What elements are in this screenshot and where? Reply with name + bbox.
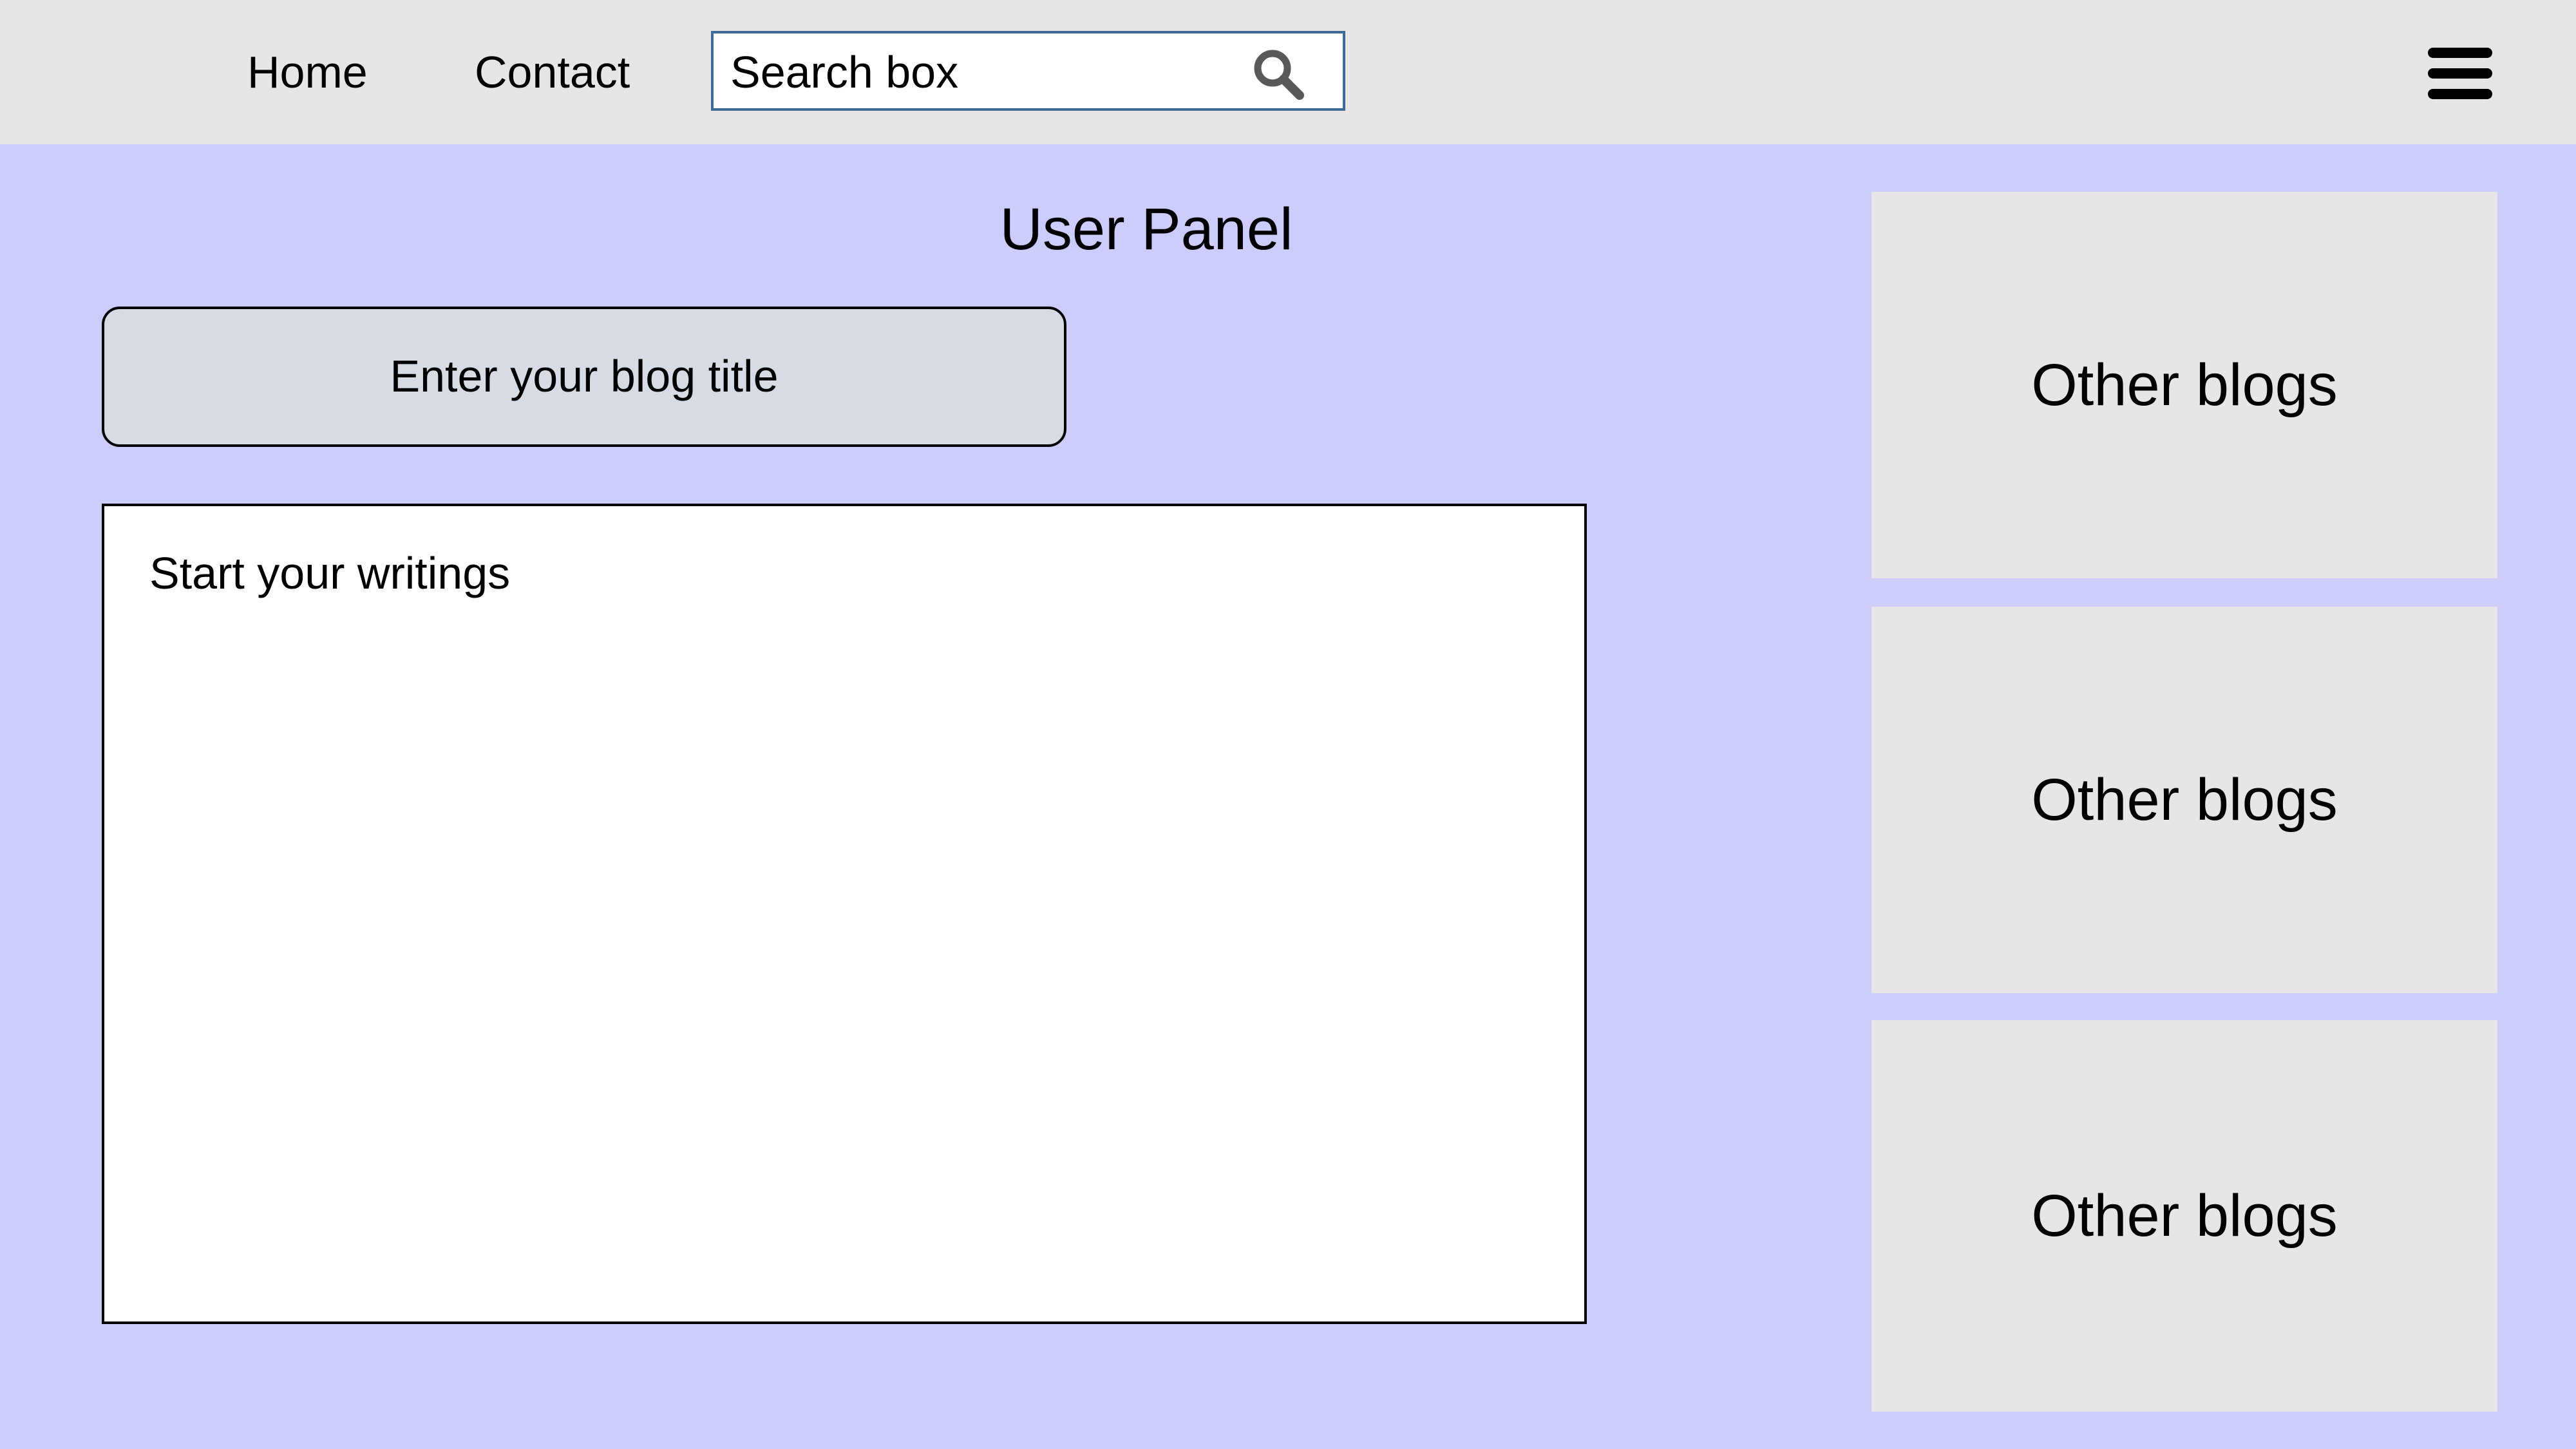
other-blogs-card[interactable]: Other blogs (1871, 192, 2497, 578)
hamburger-menu-icon[interactable] (2428, 48, 2492, 99)
other-blogs-label: Other blogs (2031, 766, 2338, 833)
top-navigation-bar: Home Contact (0, 0, 2576, 144)
other-blogs-label: Other blogs (2031, 352, 2338, 418)
search-icon[interactable] (1249, 45, 1307, 103)
blog-title-field[interactable] (102, 307, 1066, 447)
blog-title-input[interactable] (117, 344, 1051, 408)
blog-editor[interactable] (102, 504, 1587, 1324)
search-input[interactable] (730, 40, 1233, 104)
other-blogs-card[interactable]: Other blogs (1871, 607, 2497, 993)
blog-body-textarea[interactable] (149, 541, 1534, 1282)
nav-link-contact[interactable]: Contact (475, 40, 630, 104)
other-blogs-label: Other blogs (2031, 1182, 2338, 1249)
other-blogs-card[interactable]: Other blogs (1871, 1020, 2497, 1412)
nav-link-home[interactable]: Home (247, 40, 368, 104)
search-box[interactable] (711, 31, 1345, 111)
page-title: User Panel (999, 196, 1293, 262)
